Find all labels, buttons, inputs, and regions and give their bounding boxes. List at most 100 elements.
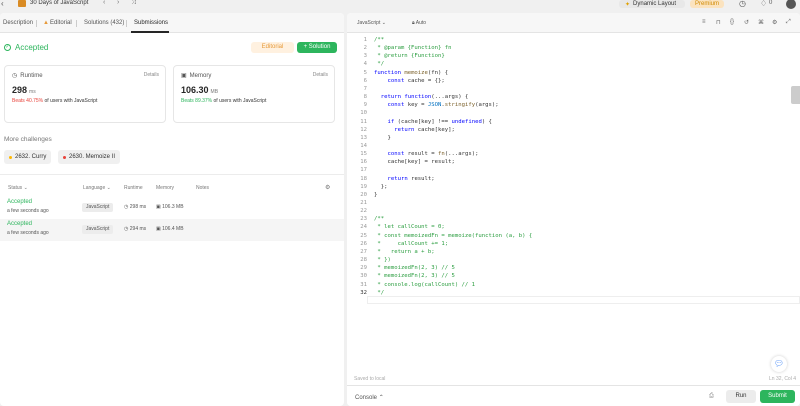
- row-memory-value: 106.4 MB: [162, 226, 184, 232]
- notes-column-header: Notes: [196, 185, 210, 191]
- code-line[interactable]: const key = JSON.stringify(args);: [374, 102, 498, 108]
- lock-icon: 🔒︎: [412, 20, 415, 26]
- line-number: 10: [360, 110, 367, 117]
- tab-divider: [126, 20, 127, 27]
- row-status[interactable]: Accepted: [7, 199, 32, 205]
- status-header-label: Status: [8, 185, 23, 191]
- language-select[interactable]: JavaScript ⌄: [357, 20, 386, 26]
- line-number: 17: [360, 167, 367, 174]
- line-number: 4: [363, 61, 367, 68]
- braces-icon[interactable]: {}: [730, 19, 734, 25]
- dynamic-layout-label: Dynamic Layout: [633, 1, 677, 7]
- code-line[interactable]: return function(...args) {: [374, 94, 469, 100]
- code-line[interactable]: function memoize(fn) {: [374, 70, 448, 76]
- add-solution-button[interactable]: + Solution: [297, 42, 337, 53]
- memory-card[interactable]: ▣ Memory Details 106.30 MB Beats 89.37% o…: [173, 65, 335, 123]
- status-column-header[interactable]: Status ⌄: [8, 185, 28, 191]
- challenge-chip[interactable]: 2630. Memoize II: [58, 150, 121, 164]
- timer-icon[interactable]: ◷: [739, 0, 746, 8]
- premium-button[interactable]: Premium: [690, 0, 724, 8]
- bookmark-icon[interactable]: ⊓: [716, 19, 721, 26]
- settings-gear-icon[interactable]: ⚙: [325, 184, 330, 191]
- code-line[interactable]: */: [374, 290, 384, 296]
- code-line[interactable]: const cache = {};: [374, 78, 444, 84]
- runtime-value: 298: [12, 85, 28, 95]
- code-line[interactable]: * let callCount = 0;: [374, 224, 444, 230]
- line-number: 23: [360, 216, 367, 223]
- code-line[interactable]: /**: [374, 37, 384, 43]
- memory-details-link[interactable]: Details: [313, 72, 328, 78]
- streak-count: 0: [769, 0, 773, 6]
- back-icon[interactable]: ‹: [1, 0, 4, 8]
- memory-chip-icon: ▣: [181, 73, 187, 79]
- line-number: 19: [360, 183, 367, 190]
- code-line[interactable]: * return a + b;: [374, 249, 434, 255]
- console-toggle[interactable]: Console ⌃: [355, 394, 384, 401]
- shortcut-icon[interactable]: ⌘: [758, 19, 764, 26]
- memory-unit: MB: [210, 89, 219, 95]
- chat-bubble-icon[interactable]: 💬︎: [771, 356, 787, 372]
- memory-label-row: ▣ Memory: [181, 72, 211, 80]
- code-line[interactable]: * memoizedFn(2, 3) // 5: [374, 273, 454, 279]
- language-column-header[interactable]: Language ⌄: [83, 185, 111, 191]
- runtime-column-header: Runtime: [124, 185, 143, 191]
- line-number: 27: [360, 248, 367, 255]
- line-number: 8: [363, 94, 367, 101]
- line-number: 2: [363, 45, 367, 52]
- next-problem-icon[interactable]: ›: [117, 0, 119, 6]
- code-line[interactable]: cache[key] = result;: [374, 159, 454, 165]
- code-line[interactable]: }: [374, 192, 377, 198]
- study-plan-title[interactable]: 30 Days of JavaScript: [30, 0, 88, 6]
- prev-problem-icon[interactable]: ‹: [103, 0, 105, 6]
- code-line[interactable]: * callCount += 1;: [374, 241, 448, 247]
- code-line[interactable]: * @param {Function} fn: [374, 45, 451, 51]
- row-runtime-value: 294 ms: [129, 226, 147, 232]
- autocomplete-toggle[interactable]: 🔒︎ Auto: [412, 20, 426, 26]
- tab-description[interactable]: Description: [3, 20, 33, 26]
- code-line[interactable]: */: [374, 61, 384, 67]
- row-time: a few seconds ago: [7, 208, 49, 214]
- submit-button[interactable]: Submit: [760, 390, 795, 403]
- reset-icon[interactable]: ↺: [744, 19, 749, 26]
- challenge-chip[interactable]: 2632. Curry: [4, 150, 52, 164]
- dynamic-layout-button[interactable]: ✦ Dynamic Layout: [619, 0, 685, 8]
- autocomplete-label: Auto: [415, 20, 427, 26]
- run-button[interactable]: Run: [726, 390, 756, 403]
- line-number: 21: [360, 200, 367, 206]
- runtime-card[interactable]: ◷ Runtime Details 298 ms Beats 40.75% of …: [4, 65, 166, 123]
- table-row[interactable]: Accepted a few seconds ago JavaScript ◷ …: [0, 197, 344, 219]
- code-line[interactable]: return cache[key];: [374, 127, 455, 133]
- code-line[interactable]: if (cache[key] !== undefined) {: [374, 119, 491, 125]
- streak-icon[interactable]: ♢: [760, 0, 767, 8]
- side-panel-handle[interactable]: [791, 86, 800, 104]
- runtime-value-row: 298 ms: [12, 85, 36, 95]
- code-line[interactable]: * }): [374, 257, 390, 263]
- table-row[interactable]: Accepted a few seconds ago JavaScript ◷ …: [0, 219, 344, 241]
- chevron-down-icon: ⌄: [381, 20, 386, 26]
- editor-bottom-bar: Console ⌃ ⎙ Run Submit: [347, 385, 800, 406]
- code-line[interactable]: * console.log(callCount) // 1: [374, 282, 475, 288]
- tab-submissions[interactable]: Submissions: [134, 20, 168, 26]
- debug-icon[interactable]: ⎙: [709, 393, 714, 400]
- code-line[interactable]: * const memoizedFn = memoize(function (a…: [374, 233, 532, 239]
- shuffle-icon[interactable]: ⤨: [131, 0, 136, 7]
- tab-solutions[interactable]: Solutions (432): [84, 20, 124, 26]
- code-line[interactable]: };: [374, 184, 388, 190]
- runtime-details-link[interactable]: Details: [144, 72, 159, 78]
- code-line[interactable]: * @return {Function}: [374, 53, 444, 59]
- code-line[interactable]: /**: [374, 216, 384, 222]
- tab-editorial[interactable]: Editorial: [50, 20, 72, 26]
- expand-icon[interactable]: ⤢: [786, 19, 791, 26]
- editorial-button[interactable]: Editorial: [251, 42, 294, 53]
- chevron-up-icon: ⌃: [378, 395, 384, 401]
- avatar[interactable]: [786, 0, 796, 9]
- clock-icon: ◷: [12, 73, 18, 79]
- code-line[interactable]: * memoizedFn(2, 3) // 5: [374, 265, 454, 271]
- row-status[interactable]: Accepted: [7, 221, 32, 227]
- code-line[interactable]: const result = fn(...args);: [374, 151, 478, 157]
- code-line[interactable]: }: [374, 135, 390, 141]
- runtime-label-row: ◷ Runtime: [12, 72, 43, 80]
- settings-icon[interactable]: ⚙: [772, 19, 777, 26]
- code-line[interactable]: return result;: [374, 176, 434, 182]
- notes-icon[interactable]: ≡: [702, 19, 706, 25]
